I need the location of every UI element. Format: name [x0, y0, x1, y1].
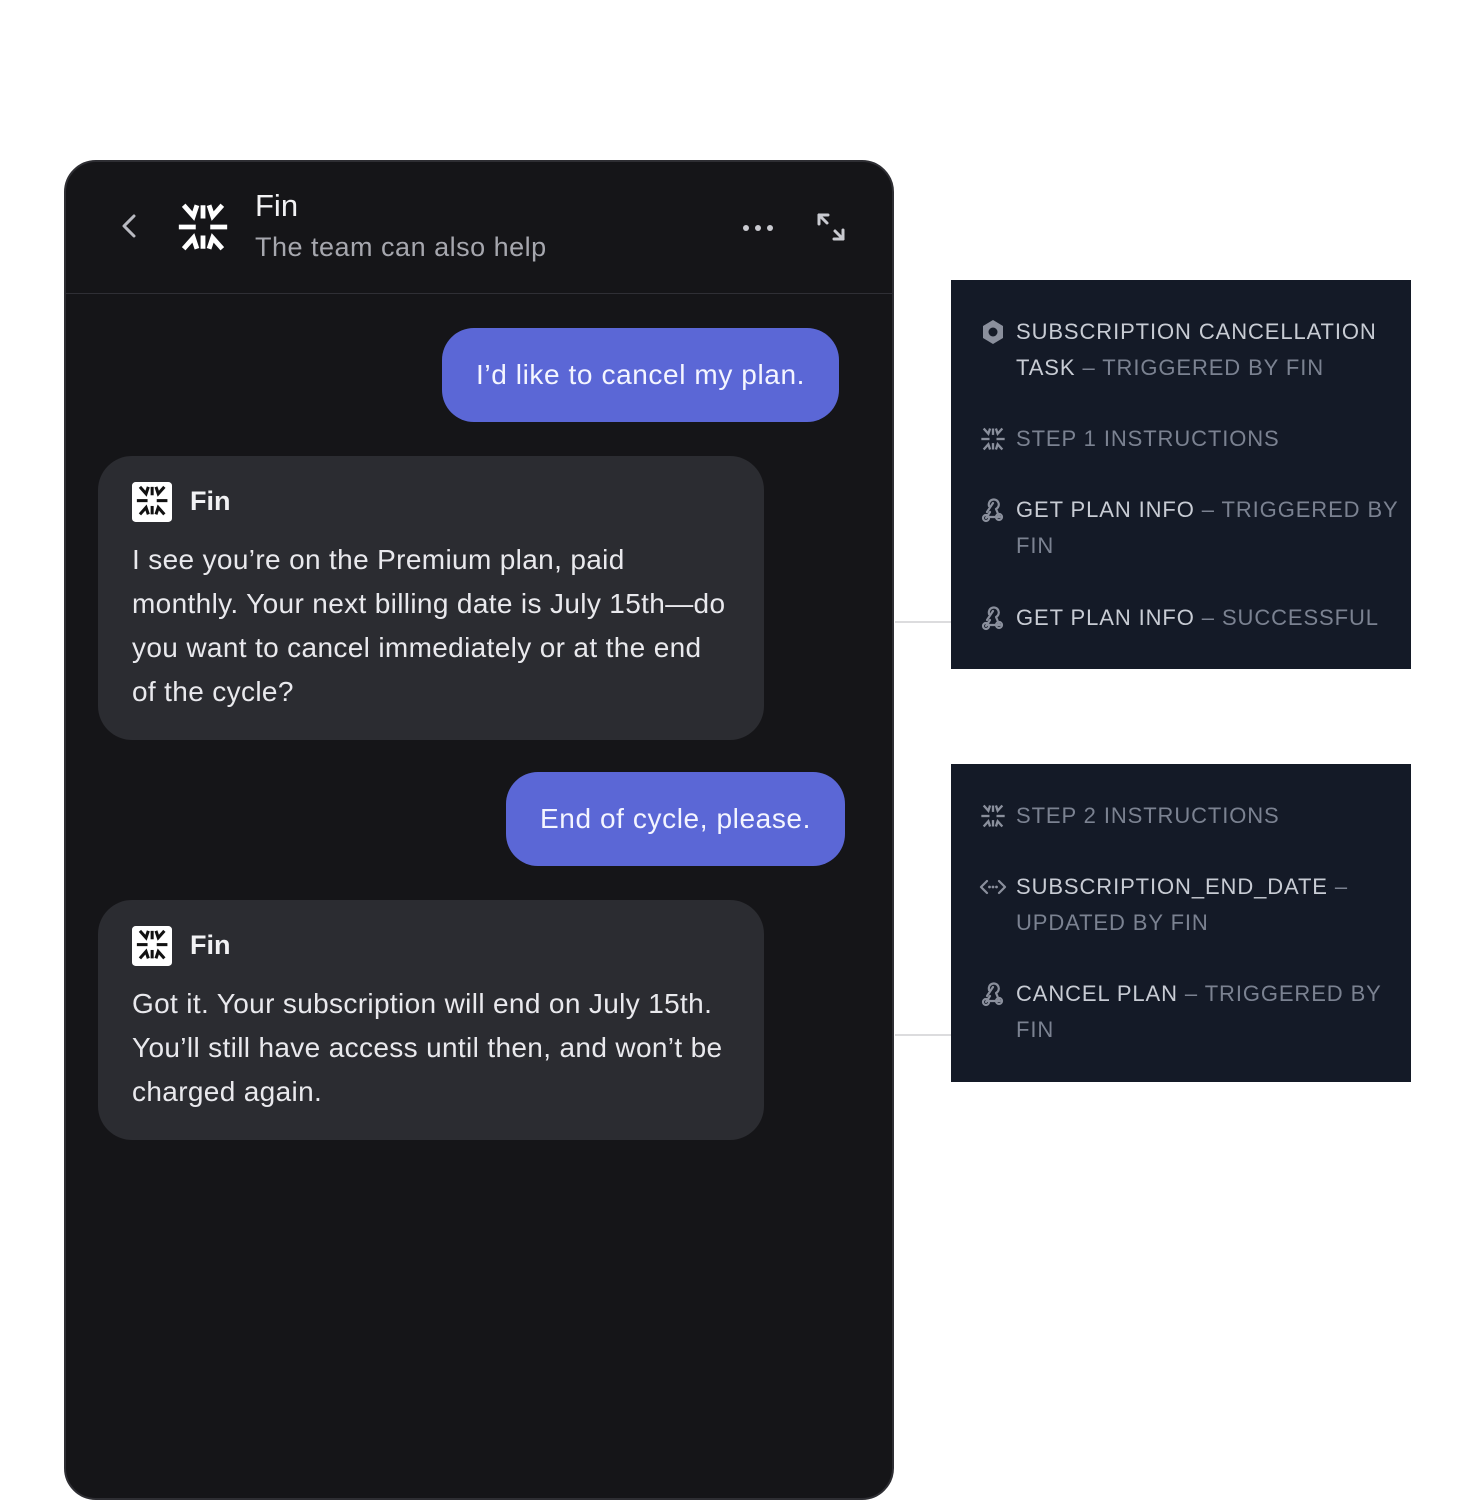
hexagon-icon	[983, 320, 1003, 344]
fin-logo-icon	[174, 198, 232, 256]
action-log-item: Get plan info – Successful	[979, 600, 1399, 640]
bot-message: Fin Got it. Your subscription will end o…	[98, 900, 764, 1140]
connector-line	[895, 621, 951, 623]
user-message: I’d like to cancel my plan.	[442, 328, 840, 422]
more-horizontal-icon[interactable]	[738, 212, 778, 240]
action-log-item: subscription_end_date – Updated by Fin	[979, 869, 1399, 949]
item-secondary: Step 2 instructions	[1016, 803, 1280, 828]
bot-message-text: I see you’re on the Premium plan, paid m…	[132, 544, 726, 707]
action-log-item: Cancel plan – Triggered by Fin	[979, 976, 1399, 1056]
item-primary: Get plan info	[1016, 605, 1195, 630]
messenger-header: Fin The team can also help	[66, 162, 892, 294]
action-log-item: Step 2 instructions	[979, 798, 1399, 838]
code-icon	[979, 879, 1007, 895]
item-primary: subscription_end_date	[1016, 874, 1328, 899]
expand-icon[interactable]	[814, 210, 848, 244]
bot-message-text: Got it. Your subscription will end on Ju…	[132, 988, 723, 1107]
action-log-item: Get plan info – Triggered by Fin	[979, 492, 1399, 572]
fin-logo-icon	[980, 804, 1006, 828]
webhook-icon	[981, 606, 1004, 631]
fin-logo-icon	[980, 427, 1006, 451]
header-title: Fin	[255, 188, 299, 223]
chevron-left-icon[interactable]	[114, 210, 146, 242]
messenger-window: Fin The team can also help I’d like to c…	[64, 160, 894, 1500]
action-log-panel: Subscription cancellation task – Trigger…	[951, 280, 1411, 669]
item-secondary: Triggered by Fin	[1102, 355, 1325, 380]
item-primary: Cancel plan	[1016, 981, 1178, 1006]
connector-line	[895, 1034, 951, 1036]
action-log-item: Step 1 instructions	[979, 421, 1399, 461]
action-log-panel: Step 2 instructions subscription_end_dat…	[951, 764, 1411, 1082]
item-secondary: Updated by Fin	[1016, 910, 1209, 935]
user-message: End of cycle, please.	[506, 772, 845, 866]
item-primary: Get plan info	[1016, 497, 1195, 522]
fin-avatar-icon	[132, 482, 172, 522]
fin-avatar-icon	[132, 926, 172, 966]
header-subtitle: The team can also help	[255, 232, 547, 262]
bot-name: Fin	[190, 930, 231, 960]
action-log-item: Subscription cancellation task – Trigger…	[979, 314, 1399, 394]
bot-message: Fin I see you’re on the Premium plan, pa…	[98, 456, 764, 740]
webhook-icon	[981, 982, 1004, 1007]
item-secondary: Successful	[1221, 605, 1379, 630]
webhook-icon	[981, 498, 1004, 523]
bot-name: Fin	[190, 486, 231, 516]
item-secondary: Step 1 instructions	[1016, 426, 1280, 451]
